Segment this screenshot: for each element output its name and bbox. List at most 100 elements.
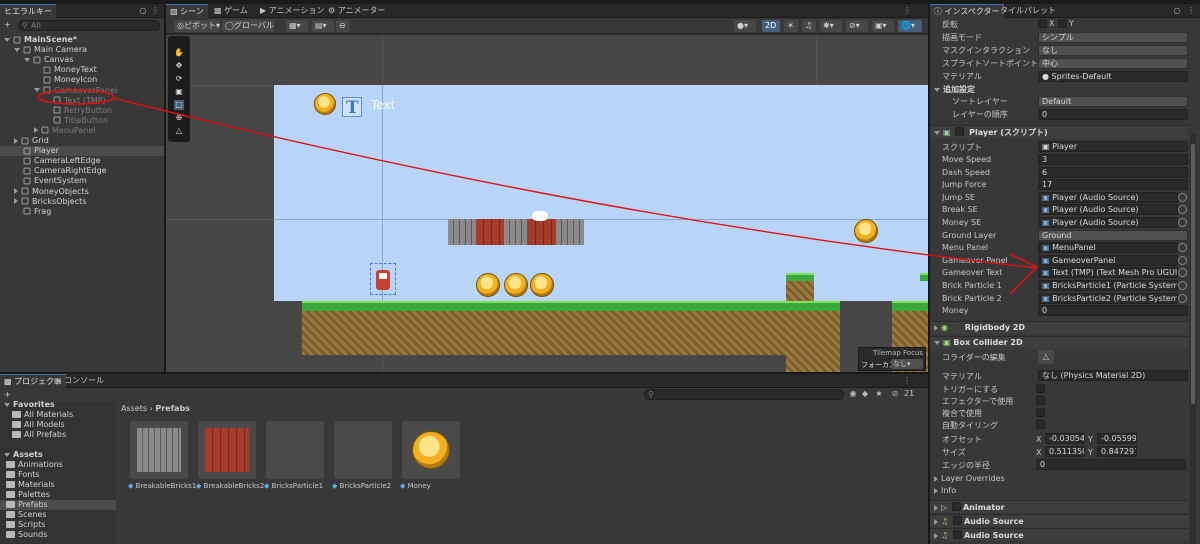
coin[interactable] [530, 273, 554, 297]
pivot-dropdown[interactable]: ◎ピボット▾ [174, 20, 220, 32]
scrollbar-thumb[interactable] [1191, 144, 1195, 404]
tab-tile-palette[interactable]: タイルパレット [996, 4, 1060, 18]
favorites-item[interactable]: All Materials [0, 410, 116, 420]
gizmos-button[interactable]: 🌐▾ [898, 20, 922, 32]
hand-tool-icon[interactable]: ✋ [174, 48, 184, 58]
hierarchy-item[interactable]: Frag [0, 207, 164, 217]
tab-animator[interactable]: ⚙ アニメーター [324, 4, 390, 18]
filter-type-icon[interactable]: ◉ [848, 389, 858, 399]
foldout-arrow-icon[interactable] [14, 137, 18, 144]
rigidbody-header[interactable]: ◉ Rigidbody 2D [930, 321, 1188, 334]
coin[interactable] [476, 273, 500, 297]
player-field-value[interactable]: 6 [1038, 166, 1188, 178]
sorting-layer-dropdown[interactable]: Default [1038, 96, 1188, 107]
scene-more-icon[interactable]: ⋮ [902, 6, 912, 16]
audio2-enabled-checkbox[interactable] [952, 530, 962, 539]
player-enabled-checkbox[interactable] [955, 127, 965, 136]
project-search-input[interactable]: ⚲ [644, 389, 844, 400]
player-field-value[interactable]: ▣ Player (Audio Source) [1038, 217, 1178, 228]
object-picker-icon[interactable] [1178, 293, 1187, 303]
assets-folder-item[interactable]: Fonts [0, 470, 116, 480]
rect-tool-icon[interactable]: ▢ [174, 100, 184, 110]
draw-mode-button[interactable]: ●▾ [734, 20, 756, 32]
player-selection[interactable] [370, 263, 396, 295]
stone-block[interactable] [448, 219, 476, 245]
inspector-lock-icon[interactable]: ○ [1172, 6, 1182, 16]
scene-camera-button[interactable]: ▣▾ [872, 20, 894, 32]
player-field-value[interactable]: ▣ Player (Audio Source) [1038, 204, 1178, 216]
foldout-arrow-icon[interactable] [4, 452, 10, 457]
hidden-objects-button[interactable]: ⊘▾ [846, 20, 868, 32]
filter-label-icon[interactable]: ◆ [860, 389, 870, 399]
project-more-icon[interactable]: ⋮ [902, 376, 912, 386]
tab-animation[interactable]: ▶ アニメーション [256, 4, 328, 18]
player-field-value[interactable]: 0 [1038, 305, 1188, 317]
brick-block[interactable] [476, 219, 504, 245]
snap-icon[interactable]: ⊖ [336, 20, 350, 32]
flip-x-checkbox[interactable] [1038, 19, 1047, 28]
foldout-arrow-icon[interactable] [4, 402, 10, 407]
tab-scene[interactable]: ▧ シーン [166, 4, 208, 18]
scene-canvas[interactable]: T Text Tilemap Focus フォーカス なし▾ [166, 35, 928, 372]
player-field-value[interactable]: Ground [1038, 229, 1188, 241]
object-picker-icon[interactable] [1178, 192, 1187, 202]
assets-folder-item[interactable]: Palettes [0, 490, 116, 500]
edit-collider-button[interactable]: △ [1038, 350, 1054, 364]
tab-hierarchy[interactable]: ヒエラルキー [0, 4, 56, 18]
hierarchy-item[interactable]: MoneyText [0, 65, 164, 75]
boxcollider-header[interactable]: ▣ Box Collider 2D [930, 336, 1188, 349]
hierarchy-item[interactable]: MenuPanel [0, 126, 164, 136]
foldout-arrow-icon[interactable] [14, 47, 20, 52]
player-field-value[interactable]: ▣ Player (Audio Source) [1038, 191, 1178, 203]
autotile-checkbox[interactable] [1036, 420, 1045, 429]
tab-console[interactable]: ▤ コンソール [50, 374, 108, 388]
assets-folder-item[interactable]: Materials [0, 480, 116, 490]
lighting-icon[interactable]: ☀ [784, 20, 798, 32]
hierarchy-item[interactable]: Canvas [0, 55, 164, 65]
layer-overrides-foldout[interactable]: Layer Overrides [934, 473, 1005, 484]
composite-checkbox[interactable] [1036, 408, 1045, 417]
foldout-arrow-icon[interactable] [34, 127, 38, 134]
project-add-button[interactable]: + [4, 390, 11, 399]
animator-enabled-checkbox[interactable] [951, 502, 961, 511]
hierarchy-item[interactable]: EventSystem [0, 176, 164, 186]
brick-block[interactable] [528, 219, 556, 245]
hierarchy-item[interactable]: MoneyObjects [0, 187, 164, 197]
transform-tool-icon[interactable]: ⊕ [174, 113, 184, 123]
audio1-enabled-checkbox[interactable] [952, 516, 962, 525]
player-field-value[interactable]: ▣ Text (TMP) (Text Mesh Pro UGUI) [1038, 267, 1178, 279]
hierarchy-item[interactable]: Grid [0, 136, 164, 146]
audio-source-1-header[interactable]: ♫ Audio Source [930, 514, 1188, 527]
hierarchy-item[interactable]: BricksObjects [0, 197, 164, 207]
custom-tool-icon[interactable]: △ [174, 126, 184, 136]
tab-inspector[interactable]: ⓘ インスペクター [930, 4, 1004, 18]
edge-input[interactable]: 0 [1036, 459, 1186, 470]
order-input[interactable]: 0 [1038, 109, 1188, 120]
offset-x-input[interactable]: -0.030540 [1045, 433, 1085, 444]
material-field[interactable]: ● Sprites-Default [1038, 71, 1188, 82]
stone-block[interactable] [556, 219, 584, 245]
hierarchy-item[interactable]: GameoverPanel [0, 86, 164, 96]
favorite-star-icon[interactable]: ★ [874, 389, 884, 399]
additional-settings-foldout[interactable]: 追加設定 [934, 84, 975, 95]
assets-folder-item[interactable]: Prefabs [0, 500, 116, 510]
player-script-header[interactable]: ▣ Player (スクリプト) [930, 125, 1188, 138]
snap-increment-button[interactable]: ▤▾ [312, 20, 334, 32]
favorites-item[interactable]: All Prefabs [0, 430, 116, 440]
hierarchy-item[interactable]: CameraLeftEdge [0, 156, 164, 166]
mask-dropdown[interactable]: なし [1038, 45, 1188, 56]
foldout-arrow-icon[interactable] [34, 88, 40, 92]
lock-icon[interactable]: ○ [138, 6, 148, 16]
global-dropdown[interactable]: ◯グローバル▾ [222, 20, 274, 32]
stone-block[interactable] [504, 219, 528, 245]
player-field-value[interactable]: ▣ GameoverPanel [1038, 254, 1178, 266]
coin[interactable] [504, 273, 528, 297]
hierarchy-item[interactable]: RetryButton [0, 106, 164, 116]
assets-folder-item[interactable]: Scripts [0, 520, 116, 530]
player-field-value[interactable]: ▣ BricksParticle1 (Particle System) [1038, 280, 1178, 291]
hierarchy-item[interactable]: CameraRightEdge [0, 166, 164, 176]
player-field-value[interactable]: ▣ MenuPanel [1038, 242, 1178, 254]
foldout-arrow-icon[interactable] [24, 57, 30, 62]
prefab-thumbnail[interactable] [402, 421, 460, 479]
prefab-thumbnail[interactable] [266, 421, 324, 479]
